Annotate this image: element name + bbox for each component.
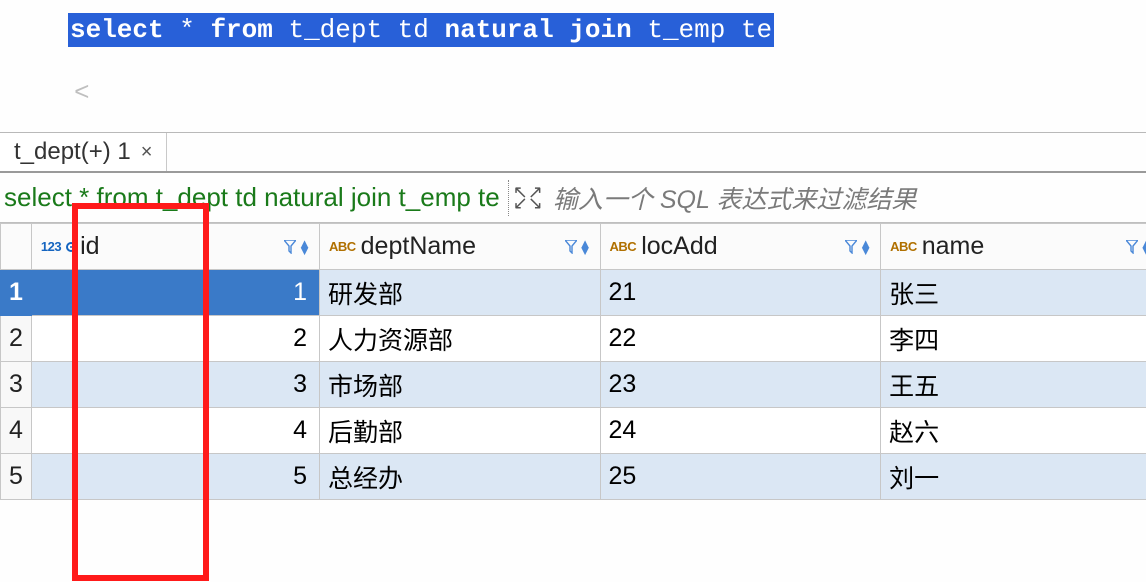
table-row[interactable]: 33市场部23王五1 bbox=[1, 362, 1146, 408]
table-row[interactable]: 55总经办25刘一2 bbox=[1, 454, 1146, 500]
chevron-left-icon: < bbox=[74, 78, 90, 108]
text-type-icon: ABC bbox=[889, 239, 918, 254]
cell-locAdd[interactable]: 24 bbox=[600, 408, 881, 454]
sql-highlighted-text: select * from t_dept td natural join t_e… bbox=[68, 13, 774, 47]
row-number-cell[interactable]: 4 bbox=[1, 408, 32, 454]
text-type-icon: ABC bbox=[609, 239, 638, 254]
caption-separator: ↖↗↙↘ bbox=[508, 180, 543, 216]
results-tabbar: t_dept(+) 1 × bbox=[0, 133, 1146, 173]
table-row[interactable]: 11研发部21张三1 bbox=[1, 270, 1146, 316]
editor-collapse-chevron[interactable]: < bbox=[0, 48, 1146, 108]
cell-deptName[interactable]: 后勤部 bbox=[319, 408, 600, 454]
tab-label: t_dept(+) 1 bbox=[14, 138, 131, 166]
text-type-icon: ABC bbox=[328, 239, 357, 254]
cell-id[interactable]: 3 bbox=[31, 362, 319, 408]
query-caption-text: select * from t_dept td natural join t_e… bbox=[4, 182, 500, 213]
column-filter-sort-controls[interactable]: ▲▼ bbox=[565, 240, 592, 254]
column-header-deptName[interactable]: ABC deptName ▲▼ bbox=[319, 224, 600, 270]
sql-keyword: from bbox=[210, 15, 272, 45]
rownum-header bbox=[1, 224, 32, 270]
cell-locAdd[interactable]: 23 bbox=[600, 362, 881, 408]
primary-key-icon bbox=[66, 242, 76, 252]
sort-arrows-icon[interactable]: ▲▼ bbox=[579, 240, 592, 254]
query-caption-row: select * from t_dept td natural join t_e… bbox=[0, 173, 1146, 223]
funnel-icon[interactable] bbox=[845, 240, 857, 254]
sql-text: t_emp te bbox=[632, 15, 772, 45]
cell-deptName[interactable]: 研发部 bbox=[319, 270, 600, 316]
sql-text: * bbox=[164, 15, 211, 45]
expand-icon[interactable]: ↖↗↙↘ bbox=[513, 187, 543, 209]
cell-id[interactable]: 5 bbox=[31, 454, 319, 500]
tab-t-dept[interactable]: t_dept(+) 1 × bbox=[0, 133, 167, 171]
column-name: id bbox=[80, 232, 280, 261]
table-row[interactable]: 22人力资源部22李四1 bbox=[1, 316, 1146, 362]
filter-sql-input[interactable]: 输入一个 SQL 表达式来过滤结果 bbox=[551, 180, 1146, 216]
numeric-type-icon: 123 bbox=[40, 239, 62, 254]
cell-id[interactable]: 4 bbox=[31, 408, 319, 454]
sql-text: t_dept td bbox=[273, 15, 445, 45]
cell-name[interactable]: 王五 bbox=[881, 362, 1146, 408]
row-number-cell[interactable]: 3 bbox=[1, 362, 32, 408]
cell-locAdd[interactable]: 22 bbox=[600, 316, 881, 362]
table-row[interactable]: 44后勤部24赵六2 bbox=[1, 408, 1146, 454]
sql-keyword: natural join bbox=[445, 15, 632, 45]
column-header-id[interactable]: 123 id ▲▼ bbox=[31, 224, 319, 270]
cell-name[interactable]: 刘一 bbox=[881, 454, 1146, 500]
cell-name[interactable]: 李四 bbox=[881, 316, 1146, 362]
sort-arrows-icon[interactable]: ▲▼ bbox=[298, 240, 311, 254]
column-name: locAdd bbox=[641, 232, 841, 261]
row-number-cell[interactable]: 2 bbox=[1, 316, 32, 362]
results-table: 123id▲▼ABCdeptName▲▼ABClocAdd▲▼ABCname▲▼… bbox=[0, 223, 1146, 500]
sql-editor[interactable]: select * from t_dept td natural join t_e… bbox=[0, 0, 1146, 48]
table-body: 11研发部21张三122人力资源部22李四133市场部23王五144后勤部24赵… bbox=[1, 270, 1146, 500]
cell-deptName[interactable]: 市场部 bbox=[319, 362, 600, 408]
funnel-icon[interactable] bbox=[565, 240, 577, 254]
column-filter-sort-controls[interactable]: ▲▼ bbox=[1126, 240, 1146, 254]
column-header-name[interactable]: ABC name ▲▼ bbox=[881, 224, 1146, 270]
column-filter-sort-controls[interactable]: ▲▼ bbox=[284, 240, 311, 254]
sort-arrows-icon[interactable]: ▲▼ bbox=[859, 240, 872, 254]
funnel-icon[interactable] bbox=[1126, 240, 1138, 254]
column-name: deptName bbox=[361, 232, 561, 261]
sort-arrows-icon[interactable]: ▲▼ bbox=[1140, 240, 1146, 254]
cell-id[interactable]: 1 bbox=[31, 270, 319, 316]
funnel-icon[interactable] bbox=[284, 240, 296, 254]
cell-locAdd[interactable]: 21 bbox=[600, 270, 881, 316]
column-filter-sort-controls[interactable]: ▲▼ bbox=[845, 240, 872, 254]
cell-name[interactable]: 赵六 bbox=[881, 408, 1146, 454]
column-header-locAdd[interactable]: ABClocAdd ▲▼ bbox=[600, 224, 881, 270]
cell-locAdd[interactable]: 25 bbox=[600, 454, 881, 500]
cell-deptName[interactable]: 总经办 bbox=[319, 454, 600, 500]
column-name: name bbox=[922, 232, 1122, 261]
results-table-wrap: 123id▲▼ABCdeptName▲▼ABClocAdd▲▼ABCname▲▼… bbox=[0, 223, 1146, 500]
row-number-cell[interactable]: 1 bbox=[1, 270, 32, 316]
row-number-cell[interactable]: 5 bbox=[1, 454, 32, 500]
table-header-row: 123id▲▼ABCdeptName▲▼ABClocAdd▲▼ABCname▲▼… bbox=[1, 224, 1146, 270]
cell-id[interactable]: 2 bbox=[31, 316, 319, 362]
cell-deptName[interactable]: 人力资源部 bbox=[319, 316, 600, 362]
sql-keyword: select bbox=[70, 15, 164, 45]
close-icon[interactable]: × bbox=[141, 141, 153, 164]
cell-name[interactable]: 张三 bbox=[881, 270, 1146, 316]
